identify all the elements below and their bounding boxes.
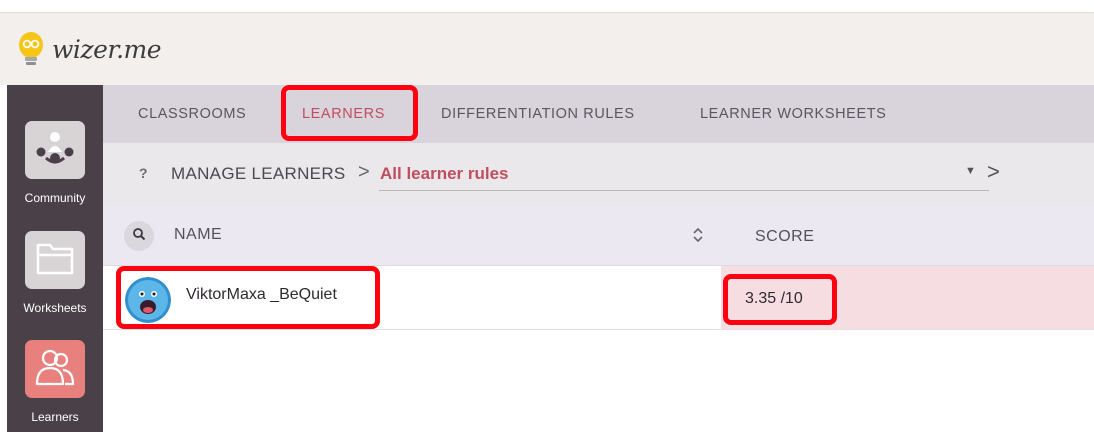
selector-underline — [379, 190, 989, 191]
sidebar-item-label: Community — [24, 191, 86, 205]
logo-text: wizer.me — [52, 34, 162, 64]
rule-selector[interactable]: All learner rules — [380, 164, 509, 184]
top-band — [0, 0, 1094, 12]
worksheets-tile[interactable] — [25, 231, 85, 289]
sidebar-item-label: Worksheets — [23, 301, 87, 315]
column-header-name[interactable]: NAME — [174, 226, 222, 244]
breadcrumb-manage-learners[interactable]: MANAGE LEARNERS — [171, 164, 346, 184]
search-icon — [132, 227, 146, 246]
help-icon[interactable]: ? — [139, 165, 148, 181]
sidebar-item-worksheets[interactable]: Worksheets — [7, 231, 103, 315]
tab-differentiation-rules[interactable]: DIFFERENTIATION RULES — [441, 85, 635, 143]
sidebar-item-label: Learners — [31, 410, 79, 424]
sidebar: Community Worksheets Learners — [7, 85, 103, 432]
column-header-score[interactable]: SCORE — [755, 228, 814, 246]
breadcrumb: ? MANAGE LEARNERS > All learner rules ▼ … — [103, 143, 1094, 205]
tab-classrooms[interactable]: CLASSROOMS — [138, 85, 246, 143]
highlight-learner-score — [723, 274, 837, 325]
table-header: NAME SCORE — [103, 205, 1094, 266]
app-header: wizer.me — [0, 12, 1094, 85]
lightbulb-logo-icon — [16, 31, 46, 67]
tab-bar: CLASSROOMS LEARNERS DIFFERENTIATION RULE… — [103, 85, 1094, 143]
learners-icon — [33, 346, 77, 393]
community-icon — [33, 128, 77, 173]
highlight-learner-name — [116, 266, 380, 329]
learners-tile[interactable] — [25, 340, 85, 398]
highlight-learners-tab — [281, 85, 418, 141]
tab-learner-worksheets[interactable]: LEARNER WORKSHEETS — [700, 85, 886, 143]
chevron-down-icon[interactable]: ▼ — [965, 165, 976, 177]
chevron-right-icon: > — [358, 161, 370, 183]
sidebar-item-community[interactable]: Community — [7, 121, 103, 205]
logo[interactable]: wizer.me — [16, 31, 162, 67]
sort-icon[interactable] — [691, 225, 705, 250]
next-arrow-icon[interactable]: > — [987, 159, 1000, 185]
folder-icon — [34, 239, 76, 282]
search-button[interactable] — [124, 221, 154, 251]
sidebar-item-learners[interactable]: Learners — [7, 340, 103, 424]
community-tile[interactable] — [25, 121, 85, 179]
